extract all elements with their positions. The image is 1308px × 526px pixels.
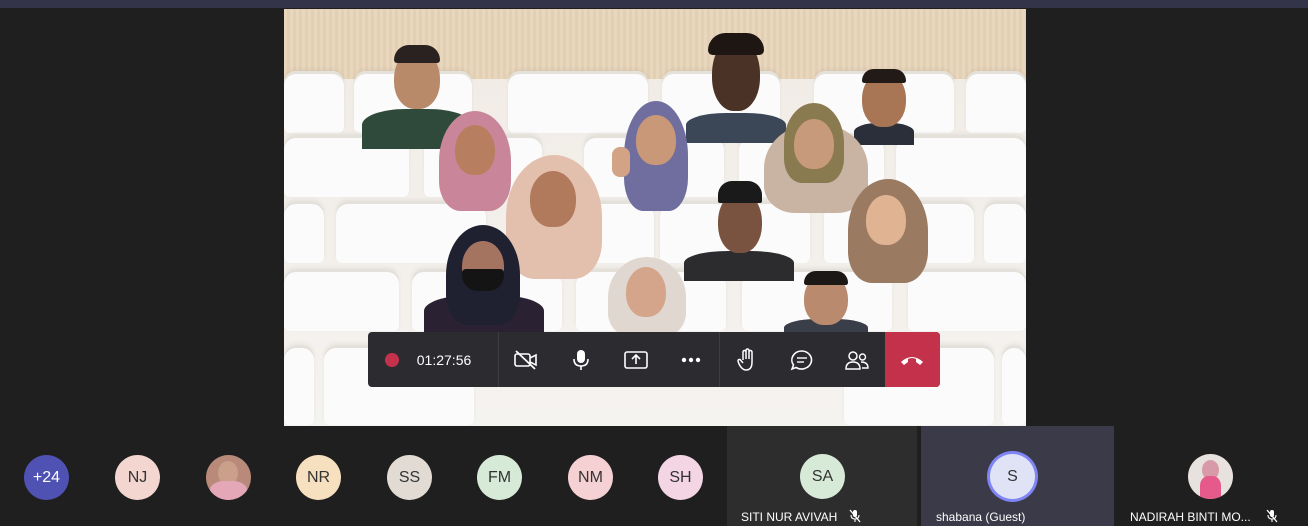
avatar-initials: NM bbox=[578, 468, 603, 486]
seat bbox=[1002, 345, 1026, 425]
overflow-participants-button[interactable]: +24 bbox=[24, 455, 69, 500]
participant-avatar[interactable]: NJ bbox=[115, 455, 160, 500]
participant-avatar[interactable]: SH bbox=[658, 455, 703, 500]
mic-icon bbox=[573, 349, 590, 370]
participant-name-row: shabana (Guest) bbox=[936, 510, 1025, 524]
avatar-initials: SH bbox=[669, 468, 692, 486]
participant-video bbox=[424, 225, 544, 335]
avatar-initials: S bbox=[1007, 467, 1018, 485]
raise-hand-button[interactable] bbox=[720, 332, 775, 387]
overflow-count: +24 bbox=[32, 468, 61, 486]
seat bbox=[284, 269, 399, 331]
participant-name-row: SITI NUR AVIVAH bbox=[741, 509, 861, 524]
chat-icon bbox=[791, 349, 813, 370]
call-timer: 01:27:56 bbox=[416, 351, 472, 368]
more-icon bbox=[682, 357, 701, 362]
seat bbox=[284, 71, 344, 133]
microphone-toggle-button[interactable] bbox=[554, 332, 609, 387]
seat bbox=[284, 201, 324, 263]
participant-avatar[interactable]: NR bbox=[296, 455, 341, 500]
camera-off-icon bbox=[514, 349, 538, 370]
participant-video bbox=[684, 181, 794, 281]
more-actions-button[interactable] bbox=[664, 332, 719, 387]
participant-avatar[interactable]: FM bbox=[477, 455, 522, 500]
mic-muted-icon bbox=[849, 509, 861, 523]
avatar-initials: SA bbox=[811, 467, 834, 485]
participant-video bbox=[784, 271, 868, 341]
people-icon bbox=[845, 350, 870, 370]
participant-video bbox=[600, 257, 694, 337]
participant-avatar[interactable]: NM bbox=[568, 455, 613, 500]
participant-tile-active-speaker[interactable]: S shabana (Guest) bbox=[921, 426, 1114, 526]
camera-toggle-button[interactable] bbox=[499, 332, 554, 387]
record-icon bbox=[385, 352, 399, 367]
participant-avatar: S bbox=[990, 454, 1035, 499]
participant-name: shabana (Guest) bbox=[936, 510, 1026, 524]
avatar-initials: FM bbox=[487, 468, 512, 486]
participant-avatar[interactable]: SS bbox=[387, 455, 432, 500]
participant-avatar: SA bbox=[800, 454, 845, 499]
chat-button[interactable] bbox=[775, 332, 830, 387]
leave-call-button[interactable] bbox=[884, 332, 940, 387]
seat bbox=[284, 345, 314, 425]
share-screen-icon bbox=[624, 350, 649, 369]
avatar-initials: NR bbox=[306, 468, 331, 486]
call-control-bar: 01:27:56 bbox=[368, 332, 940, 387]
avatar-photo-body bbox=[1200, 476, 1221, 499]
title-bar bbox=[0, 0, 1308, 8]
mic-muted-icon bbox=[1266, 509, 1278, 523]
participant-avatar-photo bbox=[1188, 454, 1233, 499]
participants-button[interactable] bbox=[830, 332, 885, 387]
seat bbox=[966, 71, 1026, 133]
seat bbox=[984, 201, 1026, 263]
avatar-photo-body bbox=[210, 481, 247, 500]
participant-tile[interactable]: NADIRAH BINTI MO... bbox=[1118, 426, 1308, 526]
participant-avatar-photo[interactable] bbox=[206, 455, 251, 500]
participant-name-row: NADIRAH BINTI MO... bbox=[1130, 509, 1278, 524]
avatar-initials: NJ bbox=[127, 468, 148, 486]
participant-video bbox=[842, 179, 938, 283]
participant-tile[interactable]: SA SITI NUR AVIVAH bbox=[727, 426, 917, 526]
raise-hand-icon bbox=[737, 347, 754, 371]
participant-name: NADIRAH BINTI MO... bbox=[1130, 510, 1251, 524]
hang-up-icon bbox=[901, 356, 924, 365]
share-screen-button[interactable] bbox=[609, 332, 664, 387]
avatar-initials: SS bbox=[398, 468, 421, 486]
participant-name: SITI NUR AVIVAH bbox=[741, 510, 838, 524]
